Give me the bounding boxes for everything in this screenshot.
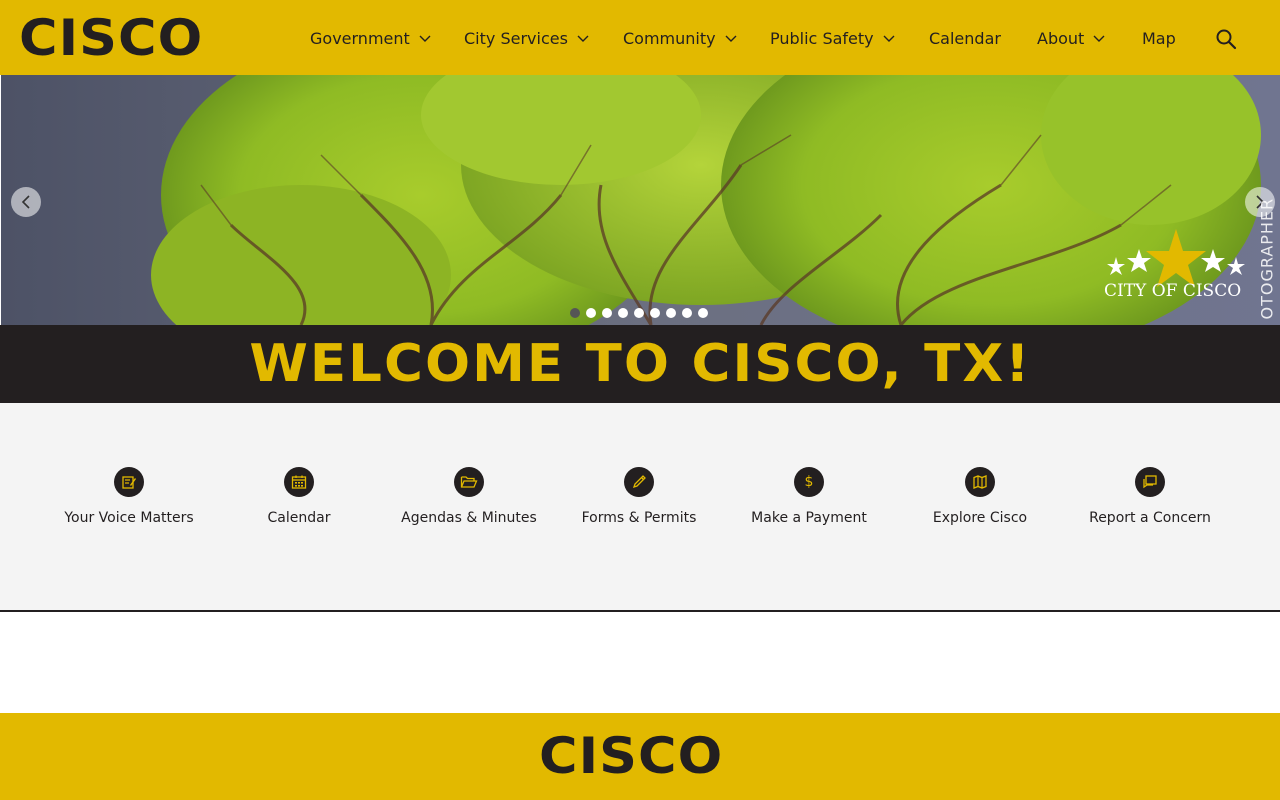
chevron-down-icon [725,35,737,42]
slider-dot[interactable] [666,308,676,318]
site-header: CISCO Government City Services Community… [0,0,1280,75]
folder-open-icon [454,467,484,497]
photographer-credit: OTOGRAPHER [1254,197,1277,325]
quick-link-label: Explore Cisco [932,510,1028,526]
site-footer: CISCO [0,713,1280,800]
photographer-text: OTOGRAPHER [1257,197,1277,320]
chevron-down-icon [577,35,589,42]
clipboard-edit-icon [114,467,144,497]
quick-link-make-payment[interactable]: $ Make a Payment [734,467,884,527]
nav-map[interactable]: Map [1142,26,1176,50]
slider-dot[interactable] [682,308,692,318]
welcome-banner: WELCOME TO CISCO, TX! [0,325,1280,403]
slider-dot[interactable] [602,308,612,318]
footer-logo[interactable]: CISCO [539,728,723,784]
search-icon[interactable] [1214,27,1238,51]
slider-dot[interactable] [650,308,660,318]
nav-label: About [1037,28,1085,48]
quick-link-label: Calendar [267,510,331,526]
chevron-left-icon [21,195,30,209]
quick-link-label: Make a Payment [751,510,867,526]
hero-logo-text: CITY OF CISCO [1104,281,1242,301]
quick-link-agendas-minutes[interactable]: Agendas & Minutes [394,467,544,527]
calendar-icon [284,467,314,497]
dollar-icon: $ [794,467,824,497]
nav-label: Map [1142,28,1176,48]
nav-government[interactable]: Government [310,26,432,50]
nav-public-safety[interactable]: Public Safety [770,26,896,50]
hero-image [1,75,1280,325]
nav-label: Calendar [929,28,1001,48]
slider-dot[interactable] [698,308,708,318]
slider-dot[interactable] [634,308,644,318]
nav-community[interactable]: Community [623,26,738,50]
speech-bubble-icon [1135,467,1165,497]
hero-slider: CITY OF CISCO OTOGRAPHER [0,75,1280,325]
slider-dot[interactable] [618,308,628,318]
slider-prev-button[interactable] [11,187,41,217]
quick-link-label: Report a Concern [1089,510,1211,526]
nav-label: Community [623,28,716,48]
quick-link-your-voice-matters[interactable]: Your Voice Matters [54,467,204,527]
quick-link-label: Forms & Permits [581,510,697,526]
quick-link-explore-cisco[interactable]: Explore Cisco [905,467,1055,527]
slider-dot[interactable] [586,308,596,318]
nav-label: Government [310,28,410,48]
quick-link-label: Your Voice Matters [64,510,194,526]
chevron-down-icon [1093,35,1105,42]
chevron-down-icon [883,35,895,42]
quick-link-forms-permits[interactable]: Forms & Permits [564,467,714,527]
map-icon [965,467,995,497]
nav-label: City Services [464,28,568,48]
chevron-down-icon [419,35,431,42]
quick-links: Your Voice Matters Calendar Agendas & Mi… [0,403,1280,612]
slider-dot[interactable] [570,308,580,318]
pencil-icon [624,467,654,497]
quick-link-label: Agendas & Minutes [401,510,537,526]
quick-link-calendar[interactable]: Calendar [224,467,374,527]
nav-label: Public Safety [770,28,874,48]
quick-link-report-concern[interactable]: Report a Concern [1075,467,1225,527]
main-nav: Government City Services Community Publi… [0,0,1280,75]
nav-about[interactable]: About [1037,26,1106,50]
welcome-title: WELCOME TO CISCO, TX! [248,334,1032,394]
nav-calendar[interactable]: Calendar [929,26,1001,50]
nav-city-services[interactable]: City Services [464,26,590,50]
slider-dots [570,308,708,318]
